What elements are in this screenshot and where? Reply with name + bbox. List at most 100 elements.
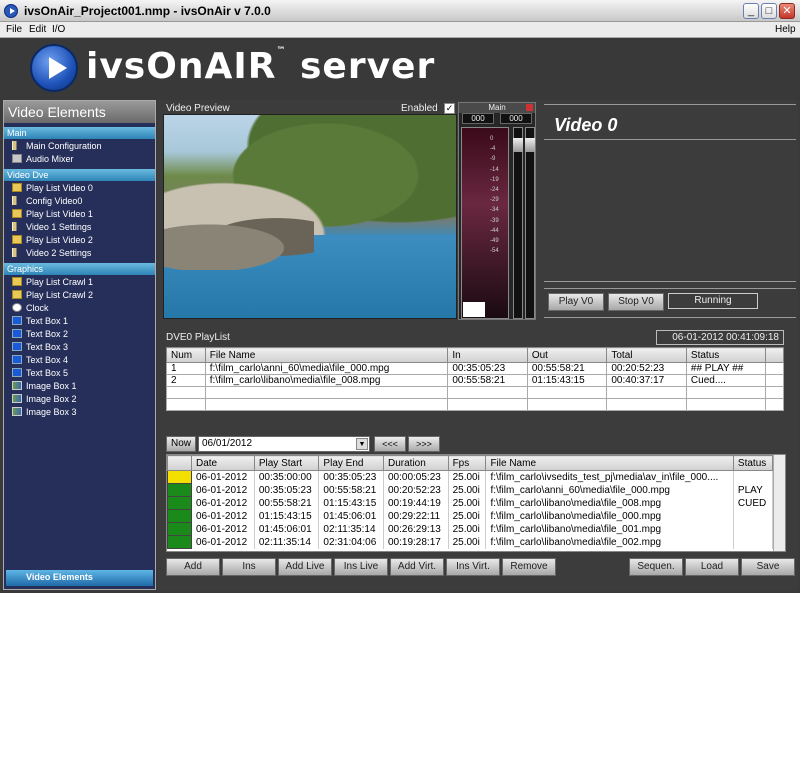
text-icon xyxy=(12,355,22,364)
vu-scale-tick: -29 xyxy=(490,197,499,204)
sidebar-item[interactable]: Text Box 3 xyxy=(4,340,155,353)
playlist-column-header[interactable]: Out xyxy=(526,347,608,363)
now-button[interactable]: Now xyxy=(166,436,196,452)
folder-icon xyxy=(12,290,22,299)
table-row[interactable] xyxy=(166,398,784,411)
sidebar-item[interactable]: Play List Crawl 1 xyxy=(4,275,155,288)
sidebar: Video Elements Main Main Configuration Aud… xyxy=(3,100,156,590)
mixer-icon xyxy=(12,154,22,163)
next-day-button[interactable]: >>> xyxy=(408,436,440,452)
sidebar-item[interactable]: Play List Video 2 xyxy=(4,233,155,246)
sidebar-item[interactable]: Text Box 4 xyxy=(4,353,155,366)
add-button[interactable]: Add xyxy=(166,558,220,576)
table-cell: 00:26:29:13 xyxy=(383,522,449,536)
sidebar-item[interactable]: Clock xyxy=(4,301,155,314)
table-cell xyxy=(166,398,206,411)
add-virt-button[interactable]: Add Virt. xyxy=(390,558,444,576)
remove-button[interactable]: Remove xyxy=(502,558,556,576)
schedule-scrollbar[interactable] xyxy=(773,455,785,551)
sidebar-section-header[interactable]: Graphics xyxy=(4,263,155,275)
sidebar-item[interactable]: Text Box 5 xyxy=(4,366,155,379)
title-bar: ivsOnAir_Project001.nmp - ivsOnAir v 7.0… xyxy=(0,0,800,22)
sequen-button[interactable]: Sequen. xyxy=(629,558,683,576)
vu-meter-bar: 0 -4 -9 -14 -19 -24 -29 -34 -39 -44 -49 -54 xyxy=(461,127,509,319)
add-live-button[interactable]: Add Live xyxy=(278,558,332,576)
vu-slider-right[interactable] xyxy=(525,127,535,319)
video0-title: Video 0 xyxy=(554,115,618,135)
vu-scale-tick: -54 xyxy=(490,248,499,255)
sidebar-item[interactable]: Image Box 2 xyxy=(4,392,155,405)
ins-live-button[interactable]: Ins Live xyxy=(334,558,388,576)
sidebar-item[interactable]: Audio Mixer xyxy=(4,152,155,165)
vu-scale-tick: 0 xyxy=(490,136,494,142)
menu-edit[interactable]: Edit xyxy=(29,24,46,35)
table-row[interactable]: 06-01-2012 00:35:00:00 00:35:05:23 00:00:05… xyxy=(167,470,774,484)
vu-slider-left[interactable] xyxy=(513,127,523,319)
image-icon xyxy=(12,394,22,403)
sidebar-item[interactable]: Text Box 1 xyxy=(4,314,155,327)
sidebar-item[interactable]: Video 2 Settings xyxy=(4,246,155,259)
playlist-column-header[interactable]: File Name xyxy=(204,347,449,363)
sidebar-item[interactable]: Main Configuration xyxy=(4,139,155,152)
chevron-down-icon[interactable]: ▼ xyxy=(356,438,368,450)
play-v0-button[interactable]: Play V0 xyxy=(548,293,604,311)
table-cell: 06-01-2012 xyxy=(191,535,255,549)
table-row[interactable]: 06-01-2012 00:35:05:23 00:55:58:21 00:20:52… xyxy=(167,483,774,497)
save-button[interactable]: Save xyxy=(741,558,795,576)
sidebar-item[interactable]: Play List Video 1 xyxy=(4,207,155,220)
date-select[interactable]: 06/01/2012 ▼ xyxy=(198,436,370,452)
playlist-column-header[interactable]: In xyxy=(447,347,528,363)
sidebar-item[interactable]: Text Box 2 xyxy=(4,327,155,340)
table-row[interactable]: 06-01-2012 01:45:06:01 02:11:35:14 00:26:29… xyxy=(167,522,774,536)
ins-virt-button[interactable]: Ins Virt. xyxy=(446,558,500,576)
vu-scale-tick: -49 xyxy=(490,238,499,245)
sidebar-item-label: Audio Mixer xyxy=(26,153,74,164)
schedule-column-header[interactable]: Play Start xyxy=(253,455,320,471)
ins-button[interactable]: Ins xyxy=(222,558,276,576)
table-row[interactable]: 06-01-2012 00:55:58:21 01:15:43:15 00:19:44… xyxy=(167,496,774,510)
maximize-button[interactable]: □ xyxy=(761,3,777,19)
close-button[interactable]: ✕ xyxy=(779,3,795,19)
schedule-column-header[interactable]: Status xyxy=(732,455,774,471)
schedule-column-header[interactable]: Fps xyxy=(447,455,487,471)
menu-help[interactable]: Help xyxy=(775,24,796,35)
menu-io[interactable]: I/O xyxy=(52,24,65,35)
table-row[interactable] xyxy=(166,386,784,399)
sidebar-item-label: Text Box 4 xyxy=(26,354,69,365)
schedule-column-header[interactable]: Duration xyxy=(383,455,449,471)
sidebar-item[interactable]: Play List Crawl 2 xyxy=(4,288,155,301)
playlist-column-header[interactable]: Num xyxy=(166,347,206,363)
sidebar-section-header[interactable]: Main xyxy=(4,127,155,139)
table-cell: Cued.... xyxy=(685,374,767,387)
vu-left-value: 000 xyxy=(462,113,494,124)
load-button[interactable]: Load xyxy=(685,558,739,576)
table-cell: ## PLAY ## xyxy=(685,362,767,375)
table-row[interactable]: 06-01-2012 01:15:43:15 01:45:06:01 00:29:22… xyxy=(167,509,774,523)
sidebar-item[interactable]: Image Box 1 xyxy=(4,379,155,392)
enabled-checkbox[interactable]: ✓ xyxy=(444,103,455,114)
sidebar-item[interactable]: Video 1 Settings xyxy=(4,220,155,233)
playlist-column-header[interactable]: Total xyxy=(606,347,687,363)
minimize-button[interactable]: _ xyxy=(743,3,759,19)
menu-file[interactable]: File xyxy=(6,24,22,35)
sidebar-item-label: Video 2 Settings xyxy=(26,247,92,258)
table-cell: 01:45:06:01 xyxy=(318,509,384,523)
sidebar-item[interactable]: Play List Video 0 xyxy=(4,181,155,194)
playlist-column-header[interactable]: Status xyxy=(685,347,767,363)
sidebar-footer-button[interactable]: Video Elements xyxy=(6,570,153,586)
schedule-column-header[interactable]: Date xyxy=(191,455,255,471)
table-row[interactable]: 1 f:\film_carlo\anni_60\media\file_000.mp… xyxy=(166,362,784,375)
prev-day-button[interactable]: <<< xyxy=(374,436,406,452)
schedule-column-header[interactable]: Play End xyxy=(318,455,384,471)
schedule-column-header[interactable]: File Name xyxy=(485,455,734,471)
vu-channel-label: Main xyxy=(459,103,535,113)
schedule-column-header[interactable] xyxy=(167,455,192,471)
table-cell: 25.00i xyxy=(448,535,487,549)
sidebar-section-header[interactable]: Video Dve xyxy=(4,169,155,181)
table-row[interactable]: 2 f:\film_carlo\libano\media\file_008.mpg… xyxy=(166,374,784,387)
table-row[interactable]: 06-01-2012 02:11:35:14 02:31:04:06 00:19:28… xyxy=(167,535,774,549)
stop-v0-button[interactable]: Stop V0 xyxy=(608,293,664,311)
sidebar-item[interactable]: Config Video0 xyxy=(4,194,155,207)
sidebar-item[interactable]: Image Box 3 xyxy=(4,405,155,418)
vu-scale-tick: -24 xyxy=(490,187,499,194)
